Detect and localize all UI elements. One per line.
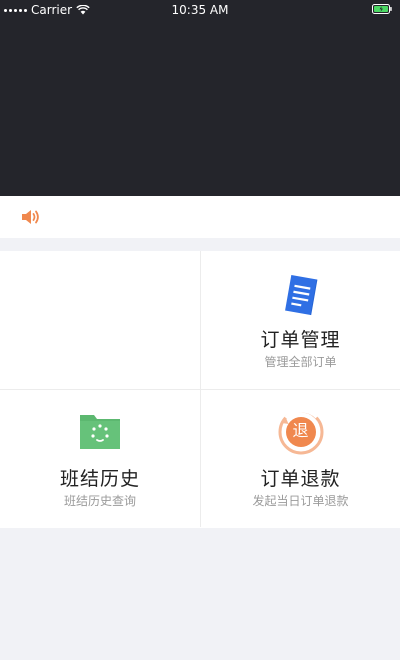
menu-item-empty [0,251,200,389]
status-bar: Carrier 10:35 AM [0,0,400,20]
menu-item-subtitle: 发起当日订单退款 [252,494,349,508]
folder-history-icon [80,415,120,449]
menu-item-shift-history[interactable]: 班结历史 班结历史查询 [0,389,200,527]
menu-item-title: 订单管理 [260,329,341,351]
menu-item-subtitle: 管理全部订单 [264,355,337,369]
menu-item-title: 班结历史 [59,468,140,490]
menu-grid: 订单管理 管理全部订单 班结历史 班结历史查询 退 订单退款 发起当日订单退款 [0,251,400,528]
menu-item-order-management[interactable]: 订单管理 管理全部订单 [200,251,400,389]
speaker-icon [22,210,39,224]
header-banner: Carrier 10:35 AM [0,0,400,196]
menu-item-title: 订单退款 [260,468,341,490]
battery-icon [372,4,392,14]
menu-item-subtitle: 班结历史查询 [63,494,136,508]
refund-icon-label: 退 [292,421,309,440]
document-icon [284,275,317,316]
menu-item-order-refund[interactable]: 退 订单退款 发起当日订单退款 [200,389,400,527]
refund-icon: 退 [277,408,325,456]
notice-bar[interactable] [0,196,400,238]
status-time: 10:35 AM [171,3,229,17]
